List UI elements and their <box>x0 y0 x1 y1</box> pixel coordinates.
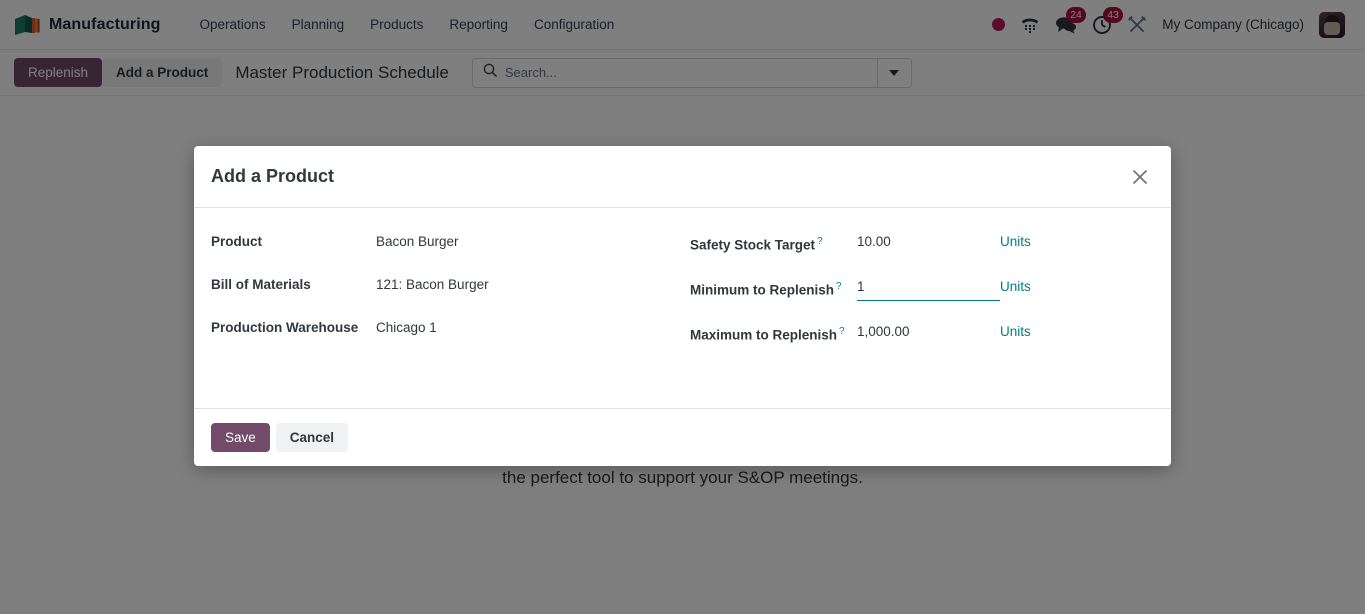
field-product: Product Bacon Burger <box>211 232 682 254</box>
help-tooltip-icon[interactable]: ? <box>836 281 842 292</box>
field-label-maximum-to-replenish-text: Maximum to Replenish <box>690 327 838 342</box>
form-column-left: Product Bacon Burger Bill of Materials 1… <box>211 232 682 382</box>
application-root: Manufacturing Operations Planning Produc… <box>0 0 1365 614</box>
uom-link-maximum-to-replenish[interactable]: Units <box>1000 322 1031 342</box>
add-a-product-dialog: Add a Product Product Bacon Burger Bill … <box>194 146 1171 466</box>
field-value-safety-stock-target[interactable]: 10.00 <box>857 232 1000 252</box>
help-tooltip-icon[interactable]: ? <box>839 326 845 337</box>
field-maximum-to-replenish: Maximum to Replenish? 1,000.00 Units <box>690 322 1153 346</box>
field-label-safety-stock-target: Safety Stock Target? <box>690 232 857 256</box>
field-production-warehouse: Production Warehouse Chicago 1 <box>211 318 682 340</box>
form-column-right: Safety Stock Target? 10.00 Units Minimum… <box>682 232 1153 382</box>
field-label-minimum-to-replenish: Minimum to Replenish? <box>690 277 857 301</box>
field-bill-of-materials: Bill of Materials 121: Bacon Burger <box>211 275 682 297</box>
dialog-body: Product Bacon Burger Bill of Materials 1… <box>194 208 1171 408</box>
cancel-button[interactable]: Cancel <box>275 423 349 452</box>
dialog-header: Add a Product <box>194 146 1171 208</box>
field-label-minimum-to-replenish-text: Minimum to Replenish <box>690 282 835 297</box>
field-input-minimum-to-replenish[interactable] <box>857 276 1000 301</box>
field-label-product: Product <box>211 234 263 249</box>
field-value-production-warehouse[interactable]: Chicago 1 <box>376 318 437 338</box>
uom-link-safety-stock-target[interactable]: Units <box>1000 232 1031 252</box>
field-label-production-warehouse: Production Warehouse <box>211 320 359 335</box>
field-safety-stock-target: Safety Stock Target? 10.00 Units <box>690 232 1153 256</box>
uom-link-minimum-to-replenish[interactable]: Units <box>1000 277 1031 297</box>
close-icon[interactable] <box>1127 164 1153 190</box>
dialog-title: Add a Product <box>211 166 335 186</box>
field-value-bill-of-materials[interactable]: 121: Bacon Burger <box>376 275 489 295</box>
field-label-bill-of-materials: Bill of Materials <box>211 277 311 292</box>
save-button[interactable]: Save <box>211 423 270 452</box>
field-value-product[interactable]: Bacon Burger <box>376 232 459 252</box>
field-label-maximum-to-replenish: Maximum to Replenish? <box>690 322 857 346</box>
help-tooltip-icon[interactable]: ? <box>817 236 823 247</box>
field-value-maximum-to-replenish[interactable]: 1,000.00 <box>857 322 1000 342</box>
field-label-safety-stock-target-text: Safety Stock Target <box>690 237 816 253</box>
field-minimum-to-replenish: Minimum to Replenish? Units <box>690 276 1153 301</box>
dialog-footer: Save Cancel <box>194 408 1171 466</box>
